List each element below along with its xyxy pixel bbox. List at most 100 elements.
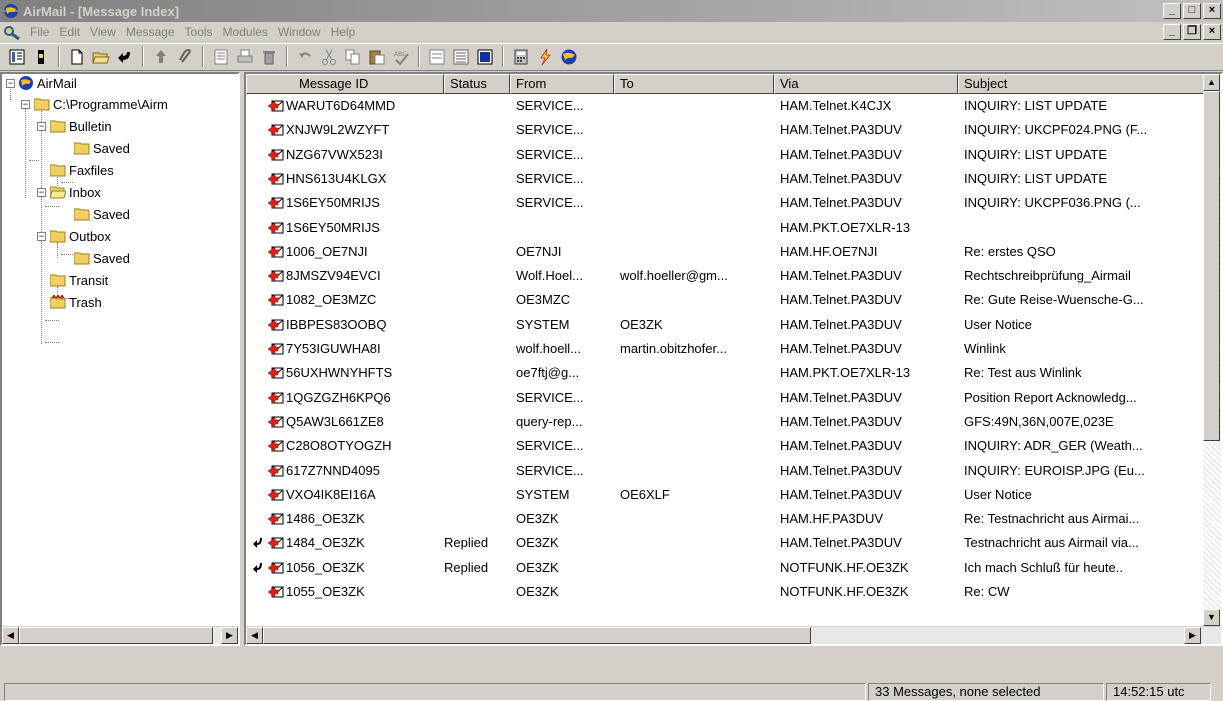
globe-icon[interactable] xyxy=(558,46,580,68)
tree-item-outbox[interactable]: Outbox xyxy=(50,227,111,245)
message-row[interactable]: 8JMSZV94EVCI Wolf.Hoel... wolf.hoeller@gm.… xyxy=(246,266,1206,286)
message-row[interactable]: 617Z7NND4095 SERVICE... HAM.Telnet.PA3DUV I… xyxy=(246,461,1206,481)
message-row[interactable]: 1055_OE3ZK OE3ZK NOTFUNK.HF.OE3ZK Re: CW xyxy=(246,582,1206,602)
tree-item-inbox-saved[interactable]: Saved xyxy=(74,205,130,223)
message-row[interactable]: Q5AW3L661ZE8 query-rep... HAM.Telnet.PA3DU… xyxy=(246,412,1206,432)
message-row[interactable]: VXO4IK8EI16A SYSTEM OE6XLF HAM.Telnet.PA3DU… xyxy=(246,485,1206,505)
message-row[interactable]: HNS613U4KLGX SERVICE... HAM.Telnet.PA3DUV I… xyxy=(246,169,1206,189)
menu-tools[interactable]: Tools xyxy=(180,25,218,39)
tree-item-transit[interactable]: Transit xyxy=(50,271,108,289)
toolbar: ABC xyxy=(0,43,1223,71)
menu-view[interactable]: View xyxy=(85,25,121,39)
spellcheck-icon[interactable]: ABC xyxy=(390,46,412,68)
tree-expander-airmail[interactable]: − xyxy=(6,79,15,88)
tree-label: Inbox xyxy=(69,184,101,200)
message-row[interactable]: 1082_OE3MZC OE3MZC HAM.Telnet.PA3DUV Re: Gu… xyxy=(246,290,1206,310)
lightning-icon[interactable] xyxy=(534,46,556,68)
toolbar-separator xyxy=(286,47,288,67)
message-row[interactable]: XNJW9L2WZYFT SERVICE... HAM.Telnet.PA3DUV I… xyxy=(246,120,1206,140)
new-message-icon[interactable] xyxy=(66,46,88,68)
list-vertical-scrollbar[interactable]: ▲ ▼ xyxy=(1203,74,1221,626)
close-button[interactable]: × xyxy=(1203,3,1221,19)
message-row[interactable]: 1S6EY50MRIJS SERVICE... HAM.Telnet.PA3DUV I… xyxy=(246,193,1206,213)
menu-window[interactable]: Window xyxy=(273,25,326,39)
minimize-button[interactable]: _ xyxy=(1163,3,1181,19)
tree-item-outbox-saved[interactable]: Saved xyxy=(74,249,130,267)
tree-item-bulletin[interactable]: Bulletin xyxy=(50,117,112,135)
calculator-icon[interactable] xyxy=(510,46,532,68)
cell-subject: Testnachricht aus Airmail via... xyxy=(964,535,1139,551)
message-row[interactable]: C28O8OTYOGZH SERVICE... HAM.Telnet.PA3DUV I… xyxy=(246,436,1206,456)
tree-expander-bulletin[interactable]: − xyxy=(37,122,46,131)
menu-help[interactable]: Help xyxy=(326,25,361,39)
paste-icon[interactable] xyxy=(366,46,388,68)
cell-subject: INQUIRY: UKCPF036.PNG (... xyxy=(964,195,1141,211)
message-row[interactable]: 1484_OE3ZK Replied OE3ZK HAM.Telnet.PA3DUV T… xyxy=(246,533,1206,553)
list-horizontal-scrollbar[interactable]: ◀ ▶ xyxy=(246,626,1221,644)
scroll-left-button[interactable]: ◀ xyxy=(246,627,263,644)
menu-message[interactable]: Message xyxy=(121,25,180,39)
message-row[interactable]: 1QGZGZH6KPQ6 SERVICE... HAM.Telnet.PA3DUV P… xyxy=(246,388,1206,408)
print-icon[interactable] xyxy=(234,46,256,68)
message-row[interactable]: 1486_OE3ZK OE3ZK HAM.HF.PA3DUV Re: Testnach… xyxy=(246,509,1206,529)
mdi-minimize-button[interactable]: _ xyxy=(1163,24,1181,40)
cell-message-id: 1S6EY50MRIJS xyxy=(286,195,380,211)
scroll-up-button[interactable]: ▲ xyxy=(1203,74,1220,91)
attach-up-icon[interactable] xyxy=(150,46,172,68)
message-row[interactable]: IBBPES83OOBQ SYSTEM OE3ZK HAM.Telnet.PA3DUV… xyxy=(246,315,1206,335)
view-list-icon[interactable] xyxy=(426,46,448,68)
mdi-close-button[interactable]: × xyxy=(1203,24,1221,40)
copy-icon[interactable] xyxy=(342,46,364,68)
tree-item-inbox[interactable]: Inbox xyxy=(50,183,101,201)
column-header-via[interactable]: Via xyxy=(774,74,958,94)
menu-modules[interactable]: Modules xyxy=(218,25,273,39)
column-header-message-id[interactable]: Message ID xyxy=(246,74,444,94)
tree-expander-path[interactable]: − xyxy=(21,100,30,109)
tree-item-trash[interactable]: Trash xyxy=(50,293,102,311)
undo-icon[interactable] xyxy=(294,46,316,68)
cell-subject: INQUIRY: UKCPF024.PNG (F... xyxy=(964,122,1148,138)
message-row[interactable]: NZG67VWX523I SERVICE... HAM.Telnet.PA3DUV I… xyxy=(246,145,1206,165)
print-preview-icon[interactable] xyxy=(210,46,232,68)
scroll-thumb[interactable] xyxy=(19,627,213,644)
tree-item-path[interactable]: C:\Programme\Airm xyxy=(34,95,168,113)
attach-icon[interactable] xyxy=(174,46,196,68)
column-header-subject[interactable]: Subject xyxy=(958,74,1206,94)
view-details-icon[interactable] xyxy=(450,46,472,68)
column-header-status[interactable]: Status xyxy=(444,74,510,94)
tree-horizontal-scrollbar[interactable]: ◀ ▶ xyxy=(2,626,238,644)
tree-item-airmail[interactable]: AirMail xyxy=(18,74,77,92)
column-header-to[interactable]: To xyxy=(614,74,774,94)
tree-item-faxfiles[interactable]: Faxfiles xyxy=(50,161,114,179)
scroll-down-button[interactable]: ▼ xyxy=(1203,609,1220,626)
message-row[interactable]: 1056_OE3ZK Replied OE3ZK NOTFUNK.HF.OE3ZK Ic… xyxy=(246,558,1206,578)
open-folder-icon[interactable] xyxy=(90,46,112,68)
column-header-from[interactable]: From xyxy=(510,74,614,94)
message-row[interactable]: 56UXHWNYHFTS oe7ftj@g... HAM.PKT.OE7XLR-13… xyxy=(246,363,1206,383)
delete-icon[interactable] xyxy=(258,46,280,68)
app-menu-icon[interactable] xyxy=(3,24,21,40)
menu-file[interactable]: File xyxy=(25,25,54,39)
message-row[interactable]: WARUT6D64MMD SERVICE... HAM.Telnet.K4CJX IN… xyxy=(246,96,1206,116)
cell-message-id: VXO4IK8EI16A xyxy=(286,486,376,502)
cut-icon[interactable] xyxy=(318,46,340,68)
message-row[interactable]: 7Y53IGUWHA8I wolf.hoell... martin.obitzhof… xyxy=(246,339,1206,359)
tree-expander-outbox[interactable]: − xyxy=(37,232,46,241)
scroll-right-button[interactable]: ▶ xyxy=(1184,627,1201,644)
reply-icon[interactable] xyxy=(114,46,136,68)
scroll-right-button[interactable]: ▶ xyxy=(221,627,238,644)
mailbox-icon[interactable] xyxy=(30,46,52,68)
message-row[interactable]: 1006_OE7NJI OE7NJI HAM.HF.OE7NJI Re: erstes… xyxy=(246,242,1206,262)
message-envelope-icon xyxy=(268,246,284,258)
mdi-restore-button[interactable]: ❐ xyxy=(1183,24,1201,40)
scroll-thumb[interactable] xyxy=(263,627,811,644)
message-row[interactable]: 1S6EY50MRIJS HAM.PKT.OE7XLR-13 xyxy=(246,218,1206,238)
view-preview-icon[interactable] xyxy=(474,46,496,68)
tree-expander-inbox[interactable]: − xyxy=(37,188,46,197)
scroll-left-button[interactable]: ◀ xyxy=(2,627,19,644)
tree-item-bulletin-saved[interactable]: Saved xyxy=(74,139,130,157)
menu-edit[interactable]: Edit xyxy=(54,25,85,39)
scroll-thumb[interactable] xyxy=(1203,91,1220,441)
maximize-button[interactable]: □ xyxy=(1183,3,1201,19)
index-icon[interactable] xyxy=(6,46,28,68)
